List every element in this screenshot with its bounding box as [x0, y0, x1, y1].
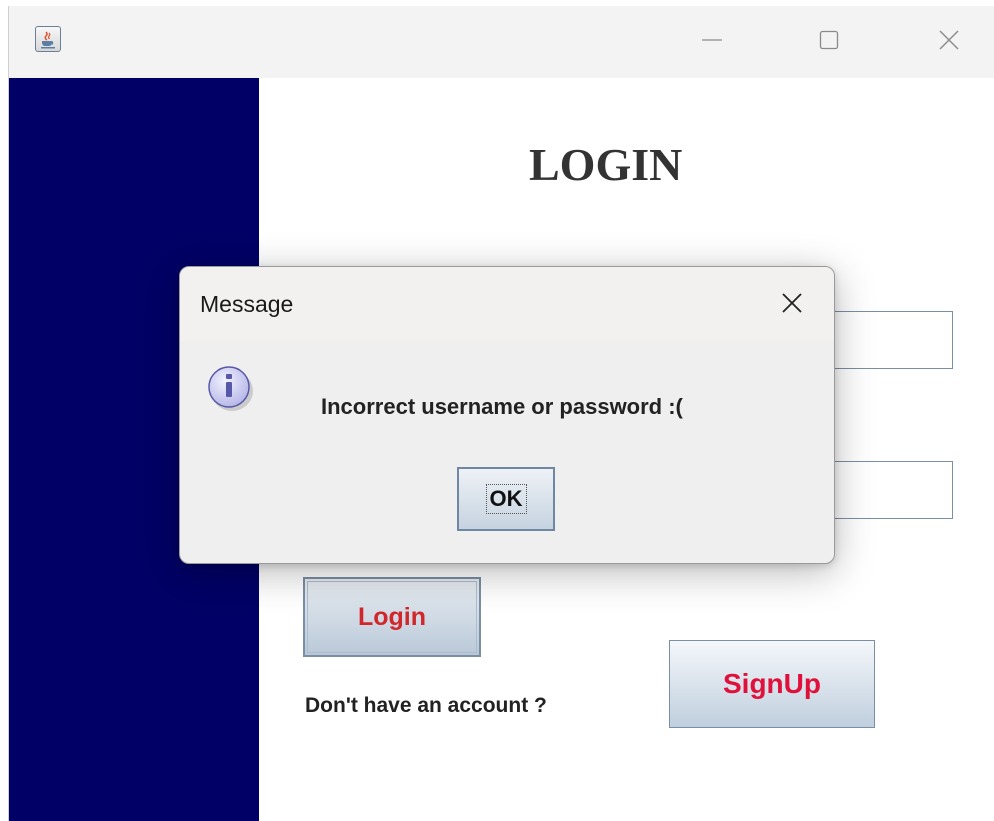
maximize-button[interactable] [806, 20, 852, 60]
close-button[interactable] [926, 20, 972, 60]
ok-button[interactable]: OK [457, 467, 555, 531]
message-dialog: Message Incorrect username or password :… [179, 266, 835, 564]
window-titlebar[interactable] [9, 6, 994, 78]
signup-button[interactable]: SignUp [669, 640, 875, 728]
close-icon [782, 293, 802, 313]
dialog-close-button[interactable] [772, 287, 812, 321]
dialog-titlebar[interactable]: Message [180, 267, 834, 341]
dialog-message: Incorrect username or password :( [321, 394, 683, 419]
no-account-label: Don't have an account ? [305, 694, 547, 717]
login-title: LOGIN [529, 139, 683, 190]
login-button[interactable]: Login [303, 577, 481, 657]
information-icon [208, 366, 253, 411]
maximize-icon [819, 30, 839, 50]
close-icon [939, 30, 959, 50]
minimize-icon [702, 39, 722, 41]
ok-button-label: OK [485, 484, 527, 514]
minimize-button[interactable] [689, 20, 735, 60]
dialog-title: Message [200, 291, 294, 317]
java-coffee-icon [35, 26, 61, 52]
